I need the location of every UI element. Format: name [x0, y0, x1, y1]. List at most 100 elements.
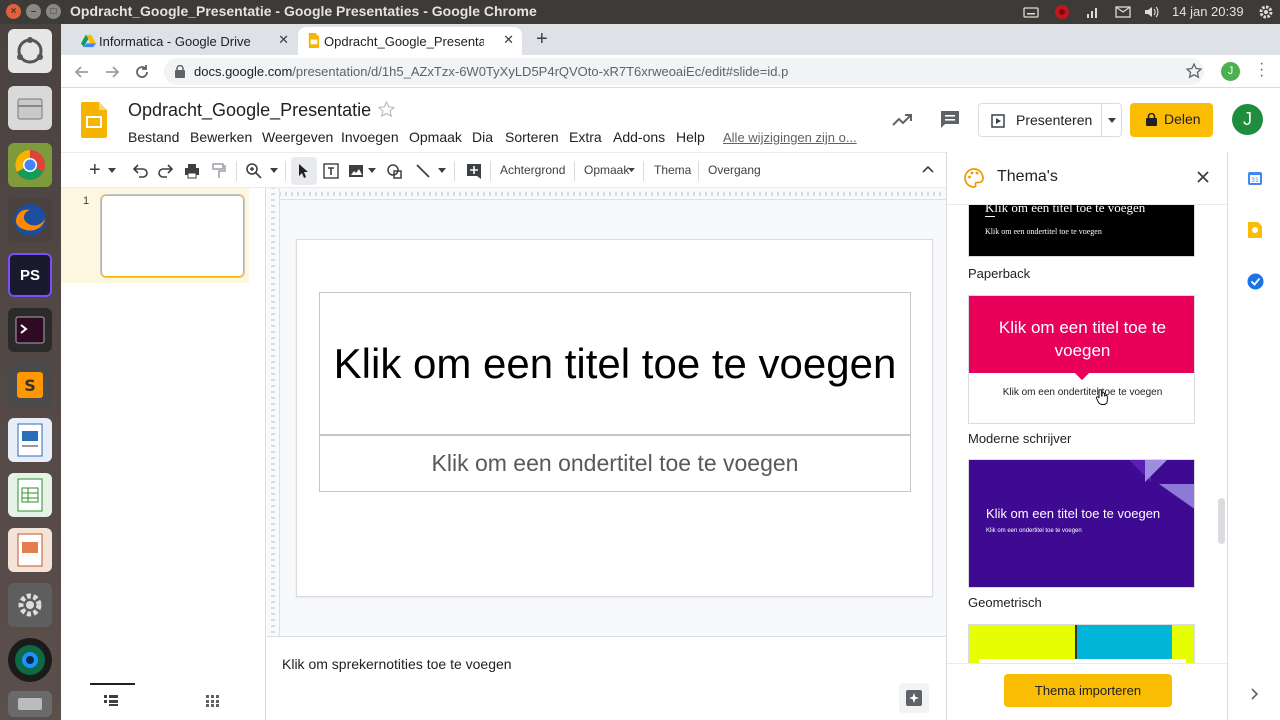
volume-icon[interactable] [1143, 4, 1159, 20]
theme-preview-paperback[interactable]: Klik om een titel toe te voegen Klik om … [968, 205, 1195, 257]
present-button[interactable]: Presenteren [1016, 112, 1092, 128]
menu-weergeven[interactable]: Weergeven [262, 129, 333, 145]
line-icon[interactable] [414, 162, 432, 180]
gear-icon[interactable] [1258, 4, 1274, 20]
tab-drive[interactable]: Informatica - Google Drive ✕ [73, 27, 297, 55]
palette-icon [964, 168, 984, 188]
save-status[interactable]: Alle wijzigingen zijn o... [723, 130, 857, 145]
new-slide-icon[interactable]: + [89, 159, 101, 182]
menu-dia[interactable]: Dia [472, 129, 493, 145]
paint-format-icon[interactable] [210, 162, 228, 180]
redo-icon[interactable] [157, 162, 175, 180]
chevron-down-icon[interactable] [108, 168, 116, 174]
bookmark-star-icon[interactable] [1186, 63, 1202, 79]
chevron-down-icon[interactable] [438, 168, 446, 174]
chevron-down-icon[interactable] [270, 168, 278, 174]
slide-thumbnail[interactable] [100, 194, 245, 278]
subtitle-placeholder[interactable]: Klik om een ondertitel toe te voegen [319, 435, 911, 492]
shape-icon[interactable] [386, 162, 404, 180]
menu-bewerken[interactable]: Bewerken [190, 129, 252, 145]
notes-placeholder[interactable]: Klik om sprekernotities toe te voegen [282, 656, 512, 672]
terminal-icon[interactable] [8, 308, 52, 352]
explore-button[interactable] [899, 683, 929, 713]
select-tool-button[interactable] [291, 157, 317, 185]
menu-kebab-icon[interactable]: · · · [1259, 56, 1264, 84]
sublime-icon[interactable]: S [8, 363, 52, 407]
profile-avatar[interactable]: J [1221, 62, 1240, 81]
settings-icon[interactable] [8, 583, 52, 627]
account-avatar[interactable]: J [1232, 104, 1263, 135]
background-button[interactable]: Achtergrond [500, 163, 565, 177]
share-button[interactable]: Delen [1130, 103, 1213, 137]
slide-thumbnail-item[interactable]: 1 [61, 188, 249, 283]
drive-icon[interactable] [8, 691, 52, 717]
close-tab-icon[interactable]: ✕ [278, 32, 289, 48]
reload-icon[interactable] [133, 63, 151, 81]
star-icon[interactable] [378, 101, 395, 118]
menu-help[interactable]: Help [676, 129, 705, 145]
window-minimize-button[interactable]: – [26, 4, 41, 19]
chevron-up-icon[interactable] [922, 165, 934, 173]
chevron-down-icon[interactable] [368, 168, 376, 174]
menu-bestand[interactable]: Bestand [128, 129, 179, 145]
window-maximize-button[interactable]: □ [46, 4, 61, 19]
mail-icon[interactable] [1115, 4, 1131, 20]
dash-icon[interactable] [8, 29, 52, 73]
zoom-icon[interactable] [245, 162, 263, 180]
comment-icon[interactable] [939, 109, 961, 129]
firefox-icon[interactable] [8, 198, 52, 242]
chrome-icon[interactable] [8, 143, 52, 187]
slide-canvas[interactable]: Klik om een titel toe te voegen Klik om … [296, 239, 933, 597]
back-arrow-icon[interactable] [73, 63, 91, 81]
print-icon[interactable] [183, 162, 201, 180]
tab-presentation[interactable]: Opdracht_Google_Presentatie ✕ [298, 27, 522, 55]
close-tab-icon[interactable]: ✕ [503, 32, 514, 48]
slides-logo-icon[interactable] [81, 102, 107, 138]
tasks-icon[interactable] [1247, 273, 1264, 290]
document-title[interactable]: Opdracht_Google_Presentatie [128, 100, 371, 121]
import-theme-button[interactable]: Thema importeren [1004, 674, 1172, 707]
window-close-button[interactable]: × [6, 4, 21, 19]
menu-opmaak[interactable]: Opmaak [409, 129, 462, 145]
theme-preview-next[interactable] [968, 624, 1195, 663]
calendar-icon[interactable]: 31 [1247, 170, 1263, 186]
theme-preview-moderne-schrijver[interactable]: Klik om een titel toe te voegen Klik om … [968, 295, 1195, 424]
files-icon[interactable] [8, 86, 52, 130]
theme-button[interactable]: Thema [654, 163, 691, 177]
keep-icon[interactable] [1248, 222, 1262, 238]
undo-icon[interactable] [131, 162, 149, 180]
network-icon[interactable] [1085, 4, 1101, 20]
format-button[interactable]: Opmaak [584, 163, 629, 177]
menu-add-ons[interactable]: Add-ons [613, 129, 665, 145]
transition-button[interactable]: Overgang [708, 163, 761, 177]
activity-trend-icon[interactable] [891, 109, 913, 131]
themes-scrollbar[interactable] [1218, 498, 1225, 544]
menu-sorteren[interactable]: Sorteren [505, 129, 559, 145]
image-icon[interactable] [347, 162, 365, 180]
record-icon[interactable] [1054, 4, 1070, 20]
theme-preview-geometrisch[interactable]: Klik om een titel toe te voegen Klik om … [968, 459, 1195, 588]
filmstrip-view-icon[interactable] [104, 695, 118, 707]
chevron-down-icon[interactable] [1107, 117, 1117, 125]
address-bar[interactable]: docs.google.com/presentation/d/1h5_AZxTz… [164, 58, 1204, 85]
new-tab-button[interactable]: + [536, 28, 548, 51]
text-box-icon[interactable] [322, 162, 340, 180]
chevron-down-icon[interactable] [628, 168, 635, 173]
forward-arrow-icon[interactable] [103, 63, 121, 81]
impress-icon[interactable] [8, 528, 52, 572]
lock-icon[interactable] [174, 65, 186, 78]
keyboard-icon[interactable] [1023, 4, 1039, 20]
grid-view-icon[interactable] [206, 695, 219, 707]
title-placeholder[interactable]: Klik om een titel toe te voegen [319, 292, 911, 435]
menu-extra[interactable]: Extra [569, 129, 602, 145]
close-icon[interactable] [1197, 171, 1209, 183]
calc-icon[interactable] [8, 473, 52, 517]
clock[interactable]: 14 jan 20:39 [1172, 4, 1244, 19]
phpstorm-icon[interactable]: PS [8, 253, 52, 297]
speaker-notes[interactable]: Klik om sprekernotities toe te voegen [267, 636, 946, 720]
writer-icon[interactable] [8, 418, 52, 462]
add-comment-icon[interactable] [465, 162, 483, 180]
menu-invoegen[interactable]: Invoegen [341, 129, 399, 145]
chevron-right-icon[interactable] [1251, 688, 1259, 700]
lens-icon[interactable] [8, 638, 52, 682]
